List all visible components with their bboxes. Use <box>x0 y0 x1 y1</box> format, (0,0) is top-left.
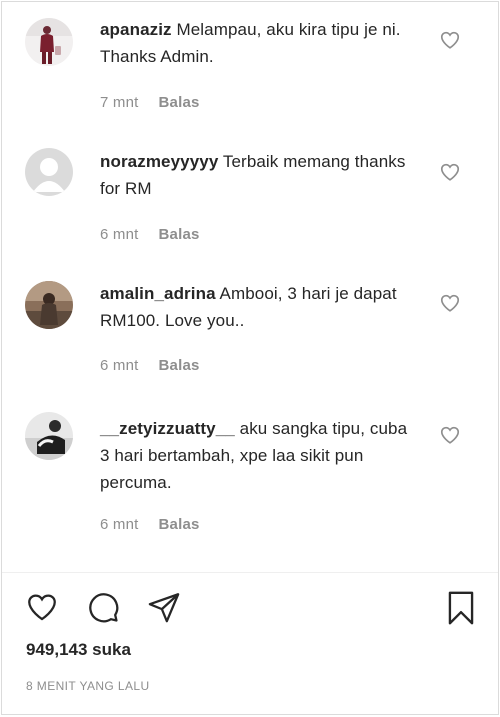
divider <box>2 572 498 573</box>
comment-time: 6 mnt <box>100 516 139 533</box>
send-icon[interactable] <box>146 590 182 629</box>
comment-username[interactable]: apanaziz <box>100 20 172 39</box>
reply-button[interactable]: Balas <box>159 94 200 111</box>
comment-meta: 6 mnt Balas <box>100 226 200 243</box>
avatar[interactable] <box>25 412 73 460</box>
comment-body: amalin_adrina Ambooi, 3 hari je dapat RM… <box>100 280 416 334</box>
comment-meta: 6 mnt Balas <box>100 516 200 533</box>
post-panel: apanaziz Melampau, aku kira tipu je ni. … <box>1 1 499 715</box>
avatar[interactable] <box>25 281 73 329</box>
heart-icon[interactable] <box>439 292 461 314</box>
post-timestamp: 8 MENIT YANG LALU <box>26 679 150 693</box>
comment-username[interactable]: norazmeyyyyy <box>100 152 218 171</box>
comment-icon[interactable] <box>85 590 121 629</box>
comment-username[interactable]: __zetyizzuatty__ <box>100 419 235 438</box>
comment-username[interactable]: amalin_adrina <box>100 284 216 303</box>
comment-time: 6 mnt <box>100 357 139 374</box>
reply-button[interactable]: Balas <box>159 357 200 374</box>
comment-body: norazmeyyyyy Terbaik memang thanks for R… <box>100 148 416 202</box>
heart-icon[interactable] <box>439 424 461 446</box>
reply-button[interactable]: Balas <box>159 226 200 243</box>
avatar[interactable] <box>25 18 73 66</box>
comment-meta: 6 mnt Balas <box>100 357 200 374</box>
comment-body: __zetyizzuatty__ aku sangka tipu, cuba 3… <box>100 415 416 496</box>
heart-icon[interactable] <box>24 590 60 629</box>
heart-icon[interactable] <box>439 161 461 183</box>
avatar[interactable] <box>25 148 73 196</box>
comment-body: apanaziz Melampau, aku kira tipu je ni. … <box>100 16 416 70</box>
comments-list: apanaziz Melampau, aku kira tipu je ni. … <box>2 2 498 570</box>
reply-button[interactable]: Balas <box>159 516 200 533</box>
comment-meta: 7 mnt Balas <box>100 94 200 111</box>
comment-time: 7 mnt <box>100 94 139 111</box>
likes-count[interactable]: 949,143 suka <box>26 640 131 660</box>
comment-time: 6 mnt <box>100 226 139 243</box>
heart-icon[interactable] <box>439 29 461 51</box>
bookmark-icon[interactable] <box>444 590 478 631</box>
